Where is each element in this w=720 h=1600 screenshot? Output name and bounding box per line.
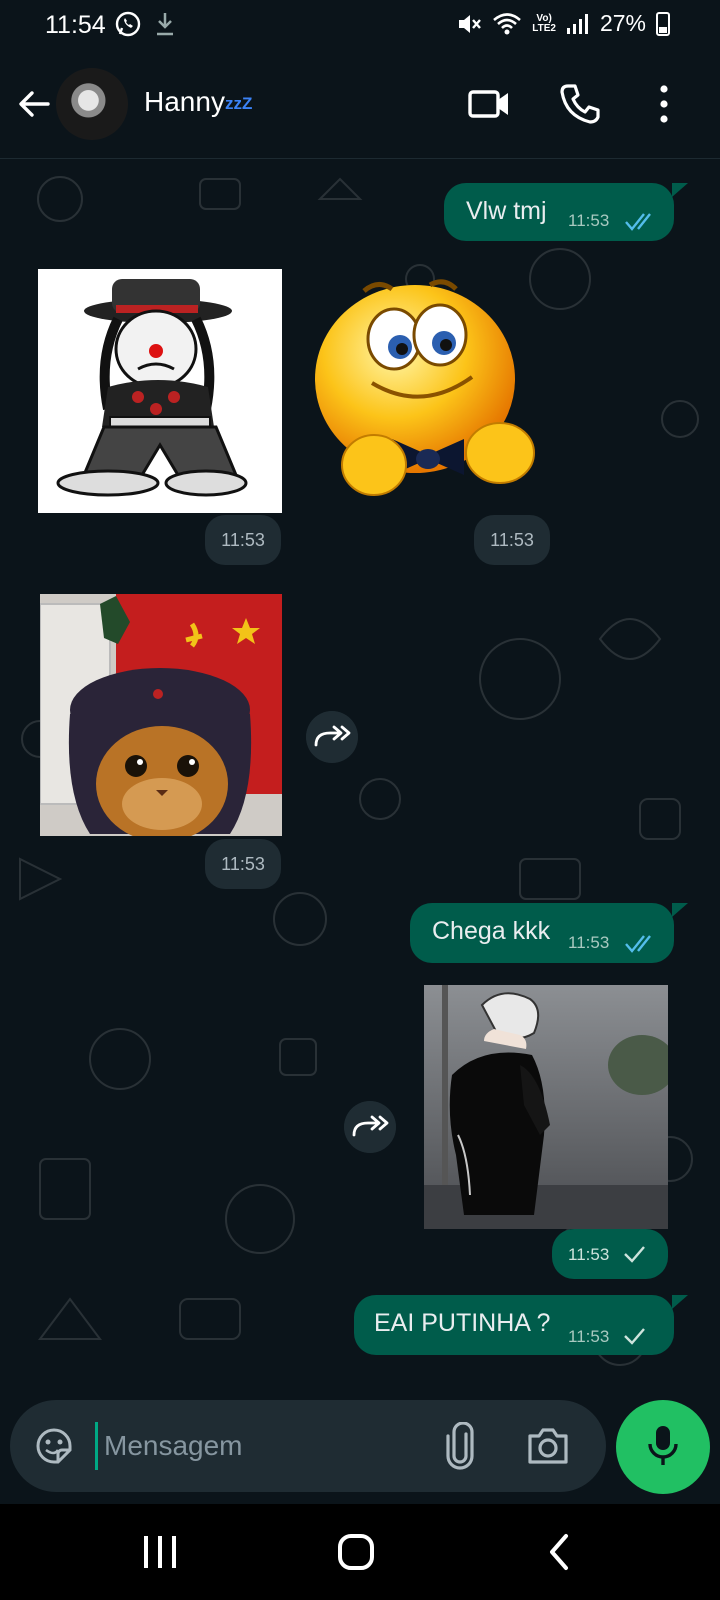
sent-check-icon — [624, 1328, 645, 1345]
message-time: 11:53 — [568, 211, 610, 230]
contact-avatar[interactable] — [56, 68, 128, 140]
status-time: 11:54 — [45, 11, 106, 39]
chat-header: HannyzzZ — [0, 50, 720, 159]
forward-icon[interactable] — [344, 1101, 396, 1153]
back-arrow-icon[interactable] — [14, 84, 54, 124]
sticker-emoji[interactable] — [312, 269, 550, 513]
clown-sticker-image — [56, 279, 248, 497]
message-text: Chega kkk — [432, 917, 551, 945]
wifi-icon — [493, 12, 522, 34]
message-text: EAI PUTINHA ? — [374, 1309, 551, 1337]
message-time: 11:53 — [568, 933, 610, 952]
bubble-tail — [672, 183, 688, 197]
recent-apps-icon[interactable] — [140, 1532, 180, 1572]
image-time-badge: 11:53 — [552, 1229, 668, 1279]
message-time: 11:53 — [568, 1327, 610, 1346]
sent-check-icon — [624, 1246, 645, 1263]
home-icon[interactable] — [336, 1532, 376, 1572]
bubble-tail — [672, 903, 688, 917]
system-nav-bar — [0, 1504, 720, 1600]
outgoing-message[interactable]: Chega kkk 11:53 — [410, 903, 674, 963]
camera-icon[interactable] — [524, 1424, 572, 1468]
message-time: 11:53 — [205, 515, 281, 565]
battery-icon — [656, 11, 670, 36]
voice-call-icon[interactable] — [556, 80, 604, 128]
outgoing-message[interactable]: EAI PUTINHA ? 11:53 — [354, 1295, 674, 1355]
whatsapp-notification-icon — [115, 11, 141, 37]
contact-name[interactable]: HannyzzZ — [144, 86, 252, 118]
cat-photo — [40, 594, 282, 836]
chat-area[interactable]: Vlw tmj 11:53 11:53 11:53 11:53 Chega kk… — [0, 159, 720, 1395]
voice-record-button[interactable] — [616, 1400, 710, 1494]
bubble-tail — [672, 1295, 688, 1309]
message-time: 11:53 — [205, 839, 281, 889]
sticker-emoji-icon[interactable] — [32, 1424, 76, 1468]
download-icon — [157, 13, 173, 36]
image-message-cat[interactable] — [40, 594, 282, 836]
sticker-clown[interactable] — [38, 269, 282, 513]
read-double-check-icon — [625, 213, 651, 231]
forward-icon[interactable] — [306, 711, 358, 763]
battery-percent: 27% — [599, 10, 646, 36]
attach-paperclip-icon[interactable] — [442, 1422, 478, 1470]
outgoing-message[interactable]: Vlw tmj 11:53 — [444, 183, 674, 241]
read-double-check-icon — [625, 935, 651, 953]
message-text: Vlw tmj — [466, 197, 547, 225]
anime-photo — [424, 985, 668, 1229]
sleep-emoji: zzZ — [224, 94, 253, 113]
message-time: 11:53 — [568, 1245, 610, 1264]
volte-indicator: Vo) LTE2 — [532, 12, 556, 34]
mute-icon — [459, 14, 482, 33]
message-time: 11:53 — [474, 515, 550, 565]
image-message-anime[interactable] — [424, 985, 668, 1229]
signal-icon — [566, 13, 588, 34]
message-composer: Mensagem — [10, 1400, 606, 1492]
bowtie-emoji-image — [315, 279, 535, 496]
back-nav-icon[interactable] — [540, 1532, 580, 1572]
video-call-icon[interactable] — [466, 80, 514, 128]
microphone-icon — [648, 1426, 678, 1465]
status-bar: 11:54 Vo) LTE2 27% — [0, 0, 720, 50]
message-input[interactable]: Mensagem — [95, 1422, 434, 1470]
more-options-icon[interactable] — [640, 80, 688, 128]
